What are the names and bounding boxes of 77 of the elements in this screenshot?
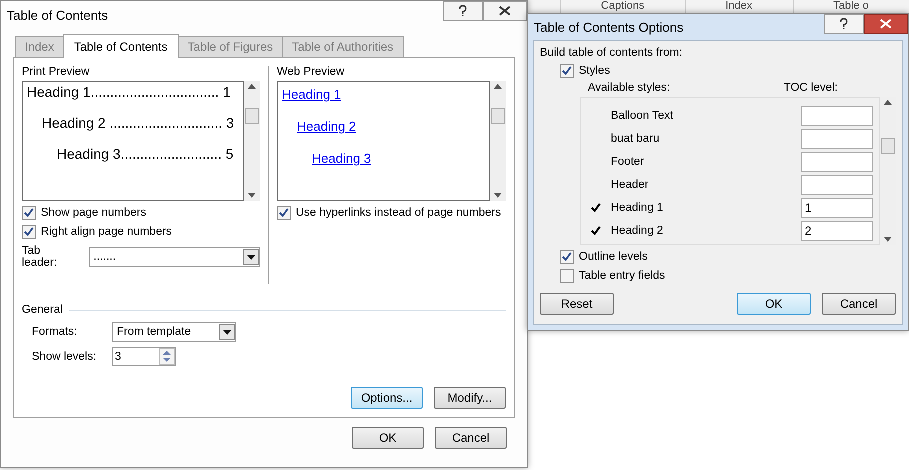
help-icon [458, 5, 468, 17]
checkbox[interactable] [277, 206, 291, 220]
checkbox[interactable] [560, 250, 574, 264]
window-title: Table of Contents Options [534, 20, 684, 34]
preview-link[interactable]: Heading 3 [312, 151, 372, 166]
column-header: Available styles: [588, 82, 670, 94]
dropdown-button[interactable] [219, 324, 235, 340]
checkbox-label: Styles [579, 65, 610, 77]
close-icon [499, 6, 511, 16]
caret-icon [222, 330, 232, 334]
checkbox-label: Table entry fields [579, 270, 666, 282]
scroll-thumb[interactable] [881, 138, 895, 154]
scroll-thumb[interactable] [491, 108, 505, 124]
preview-entry: Heading 1................................. 1 [27, 84, 231, 100]
toc-level-field[interactable] [801, 128, 873, 148]
toc-level-field[interactable]: 1 [801, 198, 873, 218]
tab-leader-dropdown[interactable]: ....... [88, 247, 260, 267]
checkbox[interactable] [560, 64, 574, 78]
checkmark-icon [590, 224, 602, 236]
field-label: Formats: [32, 326, 78, 338]
dialog-button[interactable]: OK [352, 427, 424, 449]
section-label: Web Preview [277, 66, 345, 78]
scroll-thumb[interactable] [245, 108, 259, 124]
style-name: Heading 2 [611, 224, 664, 236]
down-arrow-icon[interactable] [248, 193, 256, 198]
help-button[interactable] [443, 1, 483, 21]
checkbox[interactable] [22, 206, 36, 220]
dialog-button[interactable]: Reset [540, 293, 614, 315]
up-arrow-icon[interactable] [248, 84, 256, 89]
scrollbar[interactable] [244, 81, 260, 201]
toc-level-field[interactable] [801, 152, 873, 172]
caret-icon [246, 254, 256, 260]
column-header: TOC level: [784, 82, 838, 94]
checkbox-label: Show page numbers [41, 207, 146, 219]
section-label: Build table of contents from: [540, 47, 684, 59]
field-label: Tab leader: [22, 245, 58, 269]
close-icon [880, 19, 892, 29]
dialog-button[interactable]: Cancel [435, 427, 507, 449]
dropdown-button[interactable] [243, 249, 259, 265]
checkmark-icon [590, 202, 602, 214]
checkbox-label: Outline levels [579, 251, 648, 263]
up-arrow-icon[interactable] [884, 100, 892, 105]
section-label: Print Preview [22, 66, 90, 78]
preview-entry: Heading 2 ............................. 3 [42, 115, 234, 131]
levels-spinner[interactable]: 3 [112, 347, 176, 366]
down-arrow-icon[interactable] [884, 237, 892, 242]
checkbox-label: Right align page numbers [41, 226, 172, 238]
style-name: Footer [611, 156, 646, 168]
dialog-button[interactable]: Options... [351, 387, 423, 409]
tab[interactable]: Table of Contents [63, 34, 179, 58]
up-arrow-icon[interactable] [494, 84, 502, 89]
field-label: Show levels: [32, 350, 98, 362]
checkbox[interactable] [22, 225, 36, 239]
style-name: buat baru [611, 132, 661, 144]
close-button[interactable] [483, 1, 527, 21]
checkbox[interactable] [560, 269, 574, 283]
toc-level-field[interactable] [801, 174, 873, 194]
preview-link[interactable]: Heading 1 [282, 87, 342, 102]
window-title: Table of Contents [7, 8, 108, 22]
scrollbar[interactable] [490, 81, 506, 201]
style-name: Balloon Text [611, 110, 674, 122]
close-button[interactable] [864, 14, 908, 34]
dialog-button[interactable]: Modify... [434, 387, 506, 409]
help-button[interactable] [824, 14, 864, 34]
help-icon [839, 18, 849, 30]
toc-level-field[interactable] [801, 106, 873, 126]
preview-entry: Heading 3.......................... 5 [57, 146, 234, 162]
preview-link[interactable]: Heading 2 [297, 119, 356, 134]
group-title: General [22, 304, 63, 316]
style-name: Header [611, 178, 650, 190]
checkbox-label: Use hyperlinks instead of page numbers [296, 207, 502, 219]
style-name: Heading 1 [611, 202, 664, 214]
toc-level-field[interactable]: 2 [801, 220, 873, 240]
dialog-button[interactable]: Cancel [822, 293, 896, 315]
formats-dropdown[interactable]: From template [112, 322, 236, 342]
dialog-button[interactable]: OK [737, 293, 811, 315]
down-arrow-icon[interactable] [494, 193, 502, 198]
